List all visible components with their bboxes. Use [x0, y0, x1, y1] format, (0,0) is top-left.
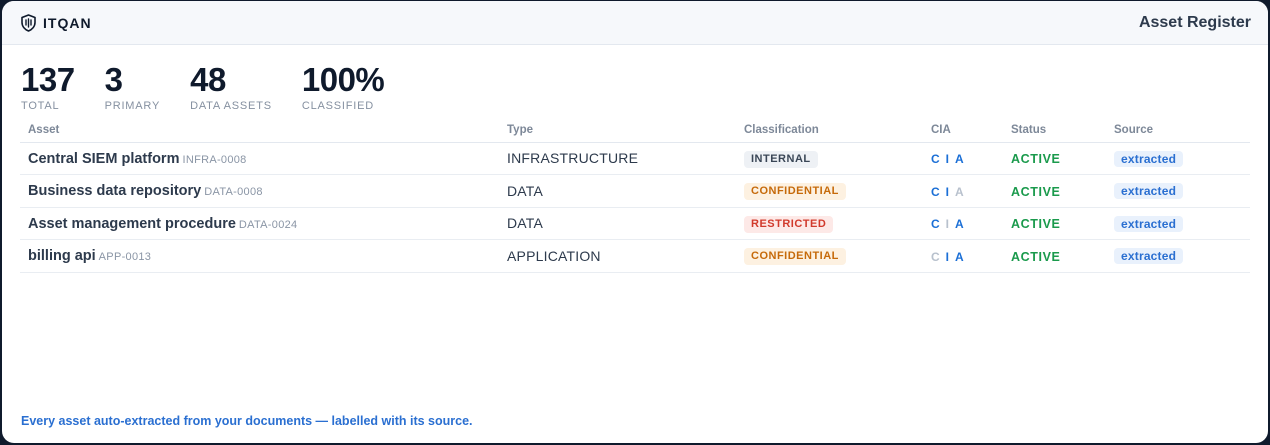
source-tag[interactable]: extracted [1114, 150, 1184, 167]
cia-c-flag: C [931, 217, 940, 232]
cia-i-flag: I [945, 249, 950, 264]
asset-type: APPLICATION [507, 247, 601, 264]
cia-c-flag: C [931, 249, 940, 264]
asset-type: DATA [507, 182, 544, 199]
stat-value: 137 [21, 61, 75, 98]
type-cell: DATA [499, 207, 736, 240]
col-header-classification[interactable]: Classification [736, 122, 923, 143]
asset-name[interactable]: Central SIEM platform [28, 151, 179, 167]
cia-cell: CIA [923, 207, 1003, 240]
app-window: ITQAN Asset Register 137 TOTAL 3 PRIMARY 48 D… [2, 1, 1268, 443]
cia-a-flag: A [955, 184, 964, 199]
col-header-source[interactable]: Source [1106, 122, 1250, 143]
type-cell: DATA [499, 174, 736, 208]
shield-logo-icon [21, 13, 36, 32]
table-header-row: Asset Type Classification CIA Status Sou… [20, 122, 1250, 143]
asset-table: Asset Type Classification CIA Status Sou… [20, 122, 1250, 273]
status-badge: ACTIVE [1011, 249, 1061, 264]
source-tag[interactable]: extracted [1114, 183, 1184, 200]
col-header-cia[interactable]: CIA [923, 122, 1003, 143]
asset-id: DATA-0024 [238, 218, 298, 231]
classification-badge: CONFIDENTIAL [744, 248, 846, 266]
stat-label: DATA ASSETS [190, 100, 272, 112]
stat-label: PRIMARY [104, 100, 161, 112]
cia-cell: CIA [923, 239, 1003, 273]
source-tag[interactable]: extracted [1114, 215, 1184, 232]
table-row[interactable]: Central SIEM platform INFRA-0008 INFRASTRU… [20, 142, 1250, 175]
classification-cell: INTERNAL [736, 142, 923, 175]
stat-total: 137 TOTAL [21, 61, 75, 113]
asset-cell[interactable]: Asset management procedure DATA-0024 [20, 207, 499, 240]
source-cell: extracted [1106, 207, 1250, 240]
source-cell: extracted [1106, 239, 1250, 273]
header: ITQAN Asset Register [2, 1, 1268, 45]
col-header-asset[interactable]: Asset [20, 122, 499, 143]
cia-cell: CIA [923, 174, 1003, 208]
asset-id: INFRA-0008 [182, 153, 247, 166]
asset-cell[interactable]: Business data repository DATA-0008 [20, 174, 499, 208]
footer-note: Every asset auto-extracted from your doc… [21, 414, 473, 428]
status-cell: ACTIVE [1003, 174, 1106, 208]
table-row[interactable]: Asset management procedure DATA-0024 DATA R… [20, 207, 1250, 240]
asset-name[interactable]: billing api [28, 248, 96, 264]
type-cell: INFRASTRUCTURE [499, 142, 736, 175]
asset-cell[interactable]: billing api APP-0013 [20, 239, 499, 273]
stat-value: 48 [190, 61, 226, 98]
brand-name: ITQAN [43, 14, 92, 31]
stat-value: 3 [104, 61, 123, 98]
status-badge: ACTIVE [1011, 184, 1061, 199]
status-cell: ACTIVE [1003, 239, 1106, 273]
page-title: Asset Register [1138, 13, 1251, 31]
stat-label: TOTAL [21, 100, 60, 112]
cia-c-flag: C [931, 152, 940, 167]
classification-cell: CONFIDENTIAL [736, 174, 923, 208]
col-header-type[interactable]: Type [499, 122, 736, 143]
type-cell: APPLICATION [499, 239, 736, 273]
cia-c-flag: C [931, 184, 940, 199]
status-badge: ACTIVE [1011, 217, 1061, 232]
cia-a-flag: A [955, 217, 964, 232]
classification-badge: RESTRICTED [744, 215, 834, 233]
cia-cell: CIA [923, 142, 1003, 175]
table-row[interactable]: Business data repository DATA-0008 DATA CON… [20, 174, 1250, 208]
asset-cell[interactable]: Central SIEM platform INFRA-0008 [20, 142, 499, 175]
cia-a-flag: A [955, 249, 964, 264]
cia-i-flag: I [945, 152, 950, 167]
classification-badge: INTERNAL [744, 150, 818, 168]
status-badge: ACTIVE [1011, 152, 1061, 167]
asset-type: INFRASTRUCTURE [507, 150, 639, 167]
stat-label: CLASSIFIED [301, 100, 375, 112]
classification-cell: RESTRICTED [736, 207, 923, 240]
cia-i-flag: I [945, 217, 950, 232]
asset-id: APP-0013 [98, 251, 152, 264]
status-cell: ACTIVE [1003, 207, 1106, 240]
table-row[interactable]: billing api APP-0013 APPLICATION CONFIDENTI… [20, 239, 1250, 273]
stats-bar: 137 TOTAL 3 PRIMARY 48 DATA ASSETS 100% CLASSIF… [2, 45, 1268, 113]
source-cell: extracted [1106, 174, 1250, 208]
stat-classified: 100% CLASSIFIED [301, 61, 385, 113]
status-cell: ACTIVE [1003, 142, 1106, 175]
asset-name[interactable]: Asset management procedure [28, 216, 236, 232]
source-tag[interactable]: extracted [1114, 248, 1184, 265]
stat-data-assets: 48 DATA ASSETS [190, 61, 272, 113]
asset-id: DATA-0008 [204, 186, 263, 199]
cia-i-flag: I [945, 184, 950, 199]
asset-name[interactable]: Business data repository [28, 183, 201, 199]
stat-value: 100% [301, 61, 385, 98]
stat-primary: 3 PRIMARY [104, 61, 161, 113]
classification-cell: CONFIDENTIAL [736, 239, 923, 273]
cia-a-flag: A [955, 152, 964, 167]
asset-type: DATA [507, 215, 544, 232]
col-header-status[interactable]: Status [1003, 122, 1106, 143]
classification-badge: CONFIDENTIAL [744, 183, 846, 201]
brand[interactable]: ITQAN [20, 13, 92, 32]
source-cell: extracted [1106, 142, 1250, 175]
